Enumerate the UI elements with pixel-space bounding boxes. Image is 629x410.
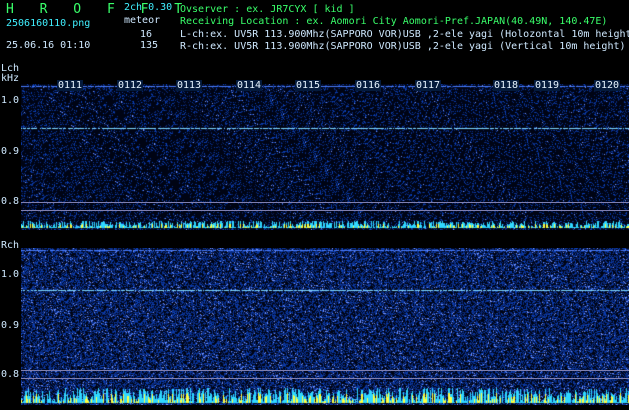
timestamp: 25.06.16 01:10 bbox=[6, 40, 91, 51]
filename: 2506160110.png bbox=[6, 18, 91, 29]
rch-ref-line bbox=[21, 370, 629, 371]
time-label: 0118 bbox=[493, 80, 520, 91]
rch-label: Rch bbox=[1, 240, 20, 251]
lch-ytick-1.0: 1.0 bbox=[1, 95, 20, 106]
time-label: 0112 bbox=[117, 80, 144, 91]
rch-info-line: R-ch:ex. UV5R 113.900Mhz(SAPPORO VOR)USB… bbox=[180, 41, 626, 52]
mode-label: 2ch 0.30 bbox=[124, 2, 173, 13]
lch-ytick-0.9: 0.9 bbox=[1, 146, 20, 157]
detection-label: meteor bbox=[124, 15, 161, 26]
rch-count: 135 bbox=[140, 40, 159, 51]
lch-ref-line bbox=[21, 202, 629, 203]
rch-ref-line bbox=[21, 378, 629, 379]
time-label: 0111 bbox=[57, 80, 84, 91]
lch-spectrogram bbox=[21, 84, 629, 230]
time-label: 0114 bbox=[236, 80, 263, 91]
time-label: 0115 bbox=[295, 80, 322, 91]
lch-ytick-0.8: 0.8 bbox=[1, 196, 20, 207]
lch-info-line: L-ch:ex. UV5R 113.900Mhz(SAPPORO VOR)USB… bbox=[180, 29, 629, 40]
time-label: 0116 bbox=[355, 80, 382, 91]
time-label: 0119 bbox=[534, 80, 561, 91]
time-label: 0117 bbox=[415, 80, 442, 91]
khz-unit-label: kHz bbox=[1, 73, 20, 84]
time-label: 0120 bbox=[594, 80, 621, 91]
location-line: Receiving Location : ex. Aomori City Aom… bbox=[180, 16, 608, 27]
time-label: 0113 bbox=[176, 80, 203, 91]
rch-ytick-0.9: 0.9 bbox=[1, 320, 20, 331]
rch-ytick-0.8: 0.8 bbox=[1, 369, 20, 380]
observer-line: Ovserver : ex. JR7CYX [ kid ] bbox=[180, 4, 355, 15]
lch-ref-line bbox=[21, 210, 629, 211]
rch-spectrogram bbox=[21, 248, 629, 405]
rch-ytick-1.0: 1.0 bbox=[1, 269, 20, 280]
